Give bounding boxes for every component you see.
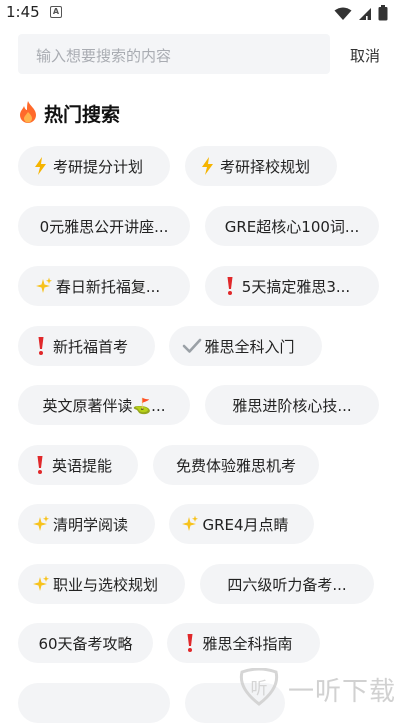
hot-search-chip[interactable]: 职业与选校规划: [18, 564, 185, 604]
hot-search-chip[interactable]: 四六级听力备考...: [200, 564, 374, 604]
fire-icon: [18, 100, 38, 128]
watermark-text: 一听下载: [288, 676, 397, 707]
hot-search-chip[interactable]: 60天备考攻略: [18, 623, 153, 663]
chip-label: 免费体验雅思机考: [175, 456, 296, 475]
chip-label: GRE超核心100词...: [224, 217, 360, 236]
hot-search-chip[interactable]: 春日新托福复...: [18, 266, 190, 306]
status-icons: [334, 5, 388, 25]
watermark-logo-icon: 听: [238, 667, 280, 710]
chip-label: 职业与选校规划: [52, 575, 158, 594]
lightning-icon: [31, 156, 51, 176]
lightning-icon: [198, 156, 218, 176]
chip-label: 考研择校规划: [219, 157, 310, 176]
hot-search-chip[interactable]: 新托福首考: [18, 326, 155, 366]
status-time: 1:45: [6, 3, 40, 21]
hot-search-chip[interactable]: 5天搞定雅思3...: [205, 266, 379, 306]
chip-label: 英语提能: [51, 456, 112, 475]
exclamation-icon: [31, 336, 51, 356]
hot-search-chip[interactable]: 雅思全科入门: [169, 326, 322, 366]
watermark: 听 一听下载: [238, 667, 397, 710]
sparkle-icon: [34, 276, 54, 296]
checkmark-icon: [182, 336, 202, 356]
chip-label: 雅思进阶核心技...: [232, 396, 352, 415]
status-bar: 1:45 A: [0, 0, 400, 28]
chip-label: 四六级听力备考...: [227, 575, 347, 594]
sparkle-icon: [31, 514, 51, 534]
signal-icon: [358, 6, 372, 25]
chip-label: 60天备考攻略: [38, 634, 133, 653]
hot-search-chip[interactable]: 英文原著伴读⛳...: [18, 385, 190, 425]
chip-label: 雅思全科指南: [202, 634, 293, 653]
exclamation-icon: [180, 633, 200, 653]
sparkle-icon: [180, 514, 200, 534]
cancel-button[interactable]: 取消: [350, 45, 380, 66]
battery-icon: [378, 5, 388, 25]
search-placeholder: 输入想要搜索的内容: [36, 47, 172, 65]
chip-label: 雅思全科入门: [204, 337, 295, 356]
chip-label: 英文原著伴读⛳...: [42, 396, 166, 415]
hot-search-chip[interactable]: 清明学阅读: [18, 504, 155, 544]
chip-label: 新托福首考: [52, 337, 128, 356]
notification-icon: A: [50, 6, 62, 18]
chip-label: GRE4月点睛: [202, 515, 289, 534]
sparkle-icon: [31, 574, 51, 594]
hot-search-chip[interactable]: 0元雅思公开讲座...: [18, 206, 190, 246]
hot-search-title: 热门搜索: [44, 104, 121, 126]
wifi-icon: [334, 6, 352, 25]
hot-search-chip[interactable]: 英语提能: [18, 445, 138, 485]
chip-label: 春日新托福复...: [55, 277, 161, 296]
exclamation-icon: [220, 276, 240, 296]
chip-label: 考研提分计划: [52, 157, 143, 176]
hot-search-chip[interactable]: 免费体验雅思机考: [153, 445, 319, 485]
hot-search-chip[interactable]: 考研择校规划: [185, 146, 337, 186]
hot-search-chip[interactable]: [18, 683, 170, 723]
chip-label: 0元雅思公开讲座...: [39, 217, 169, 236]
search-input[interactable]: 输入想要搜索的内容: [18, 34, 330, 74]
chip-label: 清明学阅读: [52, 515, 128, 534]
hot-search-chip[interactable]: GRE4月点睛: [169, 504, 314, 544]
hot-search-chip[interactable]: GRE超核心100词...: [205, 206, 379, 246]
svg-text:听: 听: [251, 679, 268, 699]
exclamation-icon: [30, 455, 50, 475]
hot-search-chip[interactable]: 雅思进阶核心技...: [205, 385, 379, 425]
chip-label: 5天搞定雅思3...: [241, 277, 351, 296]
hot-search-chip[interactable]: 考研提分计划: [18, 146, 170, 186]
hot-search-chip[interactable]: 雅思全科指南: [167, 623, 320, 663]
